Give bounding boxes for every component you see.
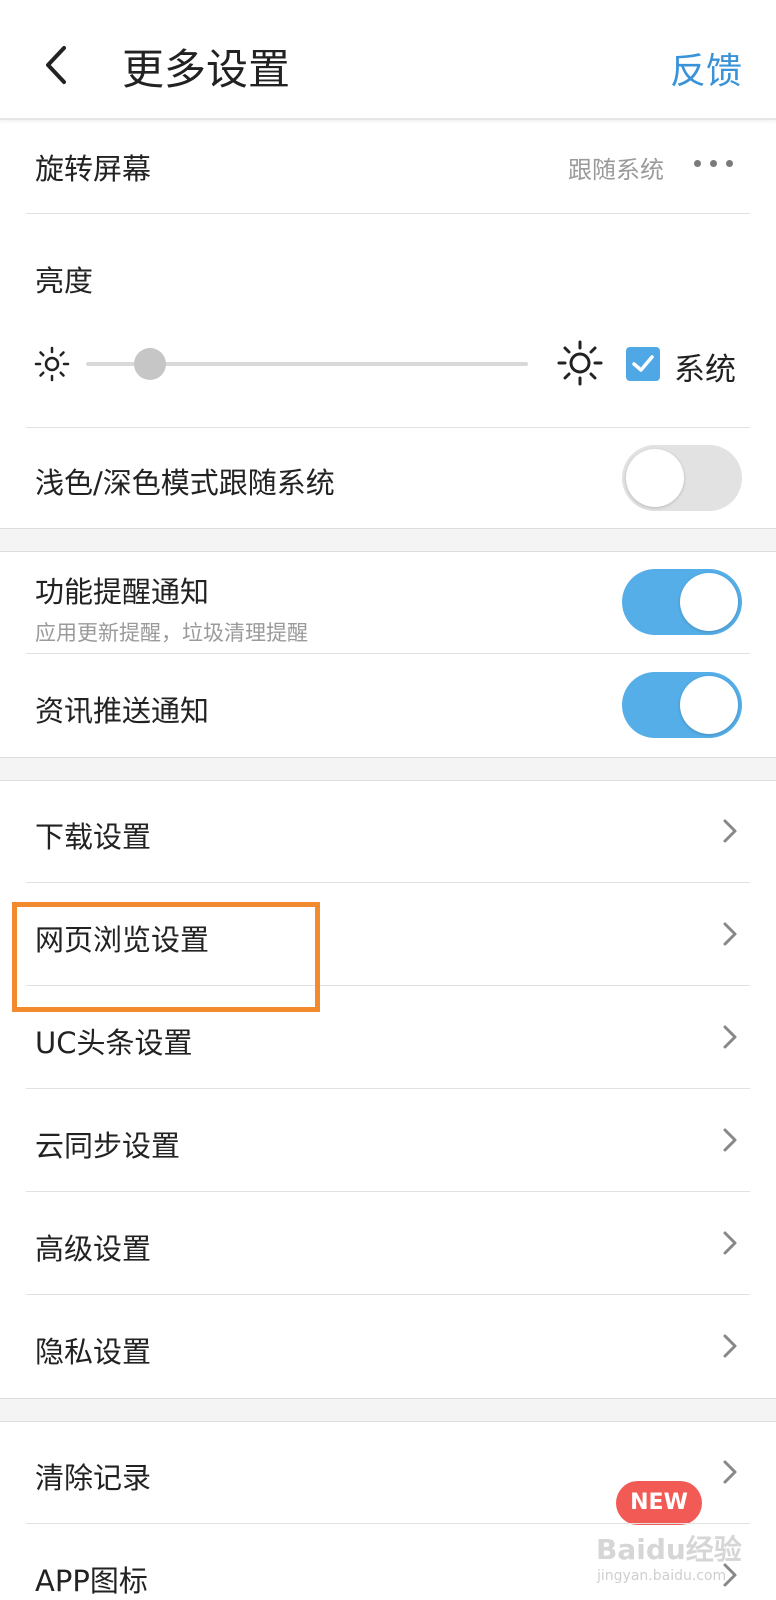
highlight-box xyxy=(12,902,320,1012)
feature-reminder-toggle[interactable] xyxy=(622,569,742,635)
brightness-label: 亮度 xyxy=(35,264,94,298)
menu-item-label: APP图标 xyxy=(35,1564,148,1598)
system-brightness-label: 系统 xyxy=(674,352,736,388)
feature-reminder-label: 功能提醒通知 xyxy=(35,575,210,609)
menu-item-label: 高级设置 xyxy=(35,1232,152,1266)
menu-item-privacy-settings[interactable]: 隐私设置 xyxy=(0,1295,776,1397)
check-icon xyxy=(632,355,654,372)
chevron-right-icon xyxy=(723,1231,737,1255)
menu-item-label: 下载设置 xyxy=(35,820,152,854)
feature-reminder-row: 功能提醒通知 应用更新提醒，垃圾清理提醒 xyxy=(0,551,776,653)
feedback-button[interactable]: 反馈 xyxy=(670,42,742,94)
back-arrow-icon[interactable] xyxy=(40,42,74,88)
menu-item-cloud-sync-settings[interactable]: 云同步设置 xyxy=(0,1089,776,1191)
more-options-icon[interactable] xyxy=(694,158,734,170)
divider xyxy=(26,213,750,214)
page-title: 更多设置 xyxy=(122,45,291,94)
rotate-screen-value: 跟随系统 xyxy=(568,156,664,184)
chevron-right-icon xyxy=(723,1128,737,1152)
rotate-screen-label: 旋转屏幕 xyxy=(35,152,152,186)
section-separator xyxy=(0,757,776,781)
dark-mode-toggle[interactable] xyxy=(622,445,742,511)
chevron-right-icon xyxy=(723,1025,737,1049)
chevron-right-icon xyxy=(723,819,737,843)
menu-item-advanced-settings[interactable]: 高级设置 xyxy=(0,1192,776,1294)
brightness-high-icon xyxy=(557,340,603,386)
system-brightness-checkbox[interactable] xyxy=(626,347,660,381)
dark-mode-label: 浅色/深色模式跟随系统 xyxy=(35,466,335,500)
brightness-low-icon xyxy=(34,346,70,382)
chevron-right-icon xyxy=(723,1334,737,1358)
top-bar: 更多设置 反馈 xyxy=(0,0,776,120)
menu-item-download-settings[interactable]: 下载设置 xyxy=(0,780,776,882)
feature-reminder-sublabel: 应用更新提醒，垃圾清理提醒 xyxy=(35,621,308,645)
menu-item-label: 隐私设置 xyxy=(35,1335,152,1369)
brightness-slider-thumb[interactable] xyxy=(134,348,166,380)
menu-item-label: 清除记录 xyxy=(35,1461,152,1495)
section-separator xyxy=(0,528,776,552)
menu-item-label: UC头条设置 xyxy=(35,1026,193,1060)
chevron-right-icon xyxy=(723,1460,737,1484)
news-push-label: 资讯推送通知 xyxy=(35,694,210,728)
rotate-screen-row[interactable]: 旋转屏幕 跟随系统 xyxy=(0,120,776,214)
menu-item-label: 云同步设置 xyxy=(35,1129,181,1163)
new-badge: NEW xyxy=(616,1481,702,1525)
section-separator xyxy=(0,1398,776,1422)
dark-mode-row: 浅色/深色模式跟随系统 xyxy=(0,428,776,528)
news-push-row: 资讯推送通知 xyxy=(0,654,776,756)
news-push-toggle[interactable] xyxy=(622,672,742,738)
watermark-text: Baidu经验 xyxy=(596,1533,742,1566)
chevron-right-icon xyxy=(723,922,737,946)
watermark-url: jingyan.baidu.com xyxy=(597,1568,727,1584)
